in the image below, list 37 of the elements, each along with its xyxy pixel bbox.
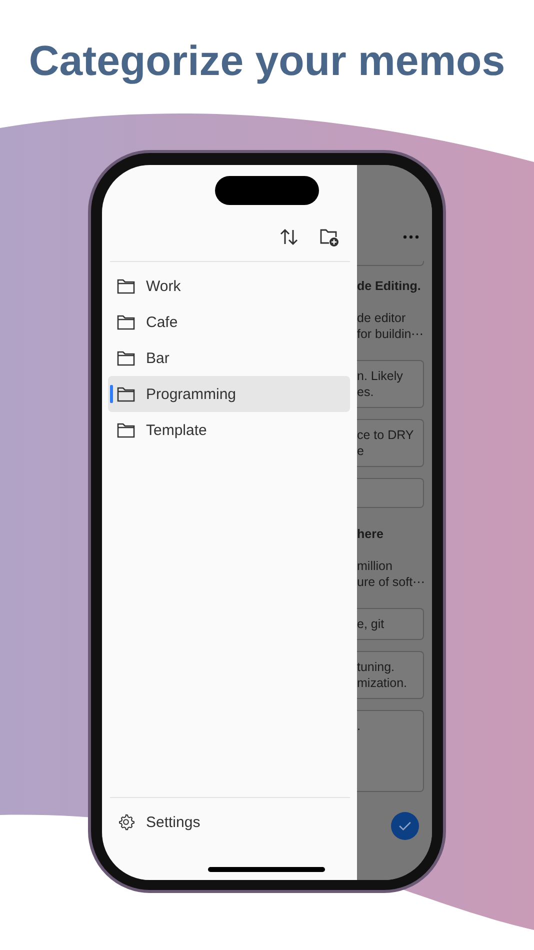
- memo-text: e, git: [357, 616, 386, 632]
- memo-text: ce to DRY: [357, 427, 415, 443]
- settings-item[interactable]: Settings: [108, 804, 350, 840]
- memo-title: de Editing.: [357, 278, 422, 294]
- memo-text: es.: [357, 384, 375, 400]
- memo-card[interactable]: ce to DRY e: [357, 419, 424, 467]
- more-icon[interactable]: [403, 235, 419, 239]
- memo-card[interactable]: tuning. mization.: [357, 651, 424, 699]
- folder-icon: [117, 314, 135, 330]
- folder-item[interactable]: Template: [108, 412, 350, 448]
- sort-icon[interactable]: [279, 227, 299, 247]
- memo-text: de editor: [357, 310, 407, 326]
- memo-text: .: [357, 718, 362, 734]
- folder-item[interactable]: Work: [108, 268, 350, 304]
- folder-item[interactable]: Cafe: [108, 304, 350, 340]
- done-button[interactable]: [391, 812, 419, 840]
- memo-text: n. Likely: [357, 368, 404, 384]
- memo-card[interactable]: e, git: [357, 608, 424, 640]
- memo-text: mization.: [357, 675, 408, 691]
- folder-icon: [117, 278, 135, 294]
- folder-icon: [117, 350, 135, 366]
- memo-text: million: [357, 558, 394, 574]
- headline: Categorize your memos: [28, 36, 506, 86]
- memo-text: for buildin⋯: [357, 326, 426, 342]
- memo-card[interactable]: .: [357, 710, 424, 792]
- selection-indicator: [110, 385, 113, 403]
- memo-title: here: [357, 526, 384, 542]
- folder-icon: [117, 386, 135, 402]
- settings-icon: [117, 813, 135, 831]
- folder-icon: [117, 422, 135, 438]
- new-folder-icon[interactable]: [319, 227, 339, 247]
- folder-item[interactable]: Bar: [108, 340, 350, 376]
- memo-card[interactable]: n. Likely es.: [357, 360, 424, 408]
- folder-item[interactable]: Programming: [108, 376, 350, 412]
- memo-text: tuning.: [357, 659, 396, 675]
- memo-text: e: [357, 443, 365, 459]
- memo-text: ure of soft⋯: [357, 574, 427, 590]
